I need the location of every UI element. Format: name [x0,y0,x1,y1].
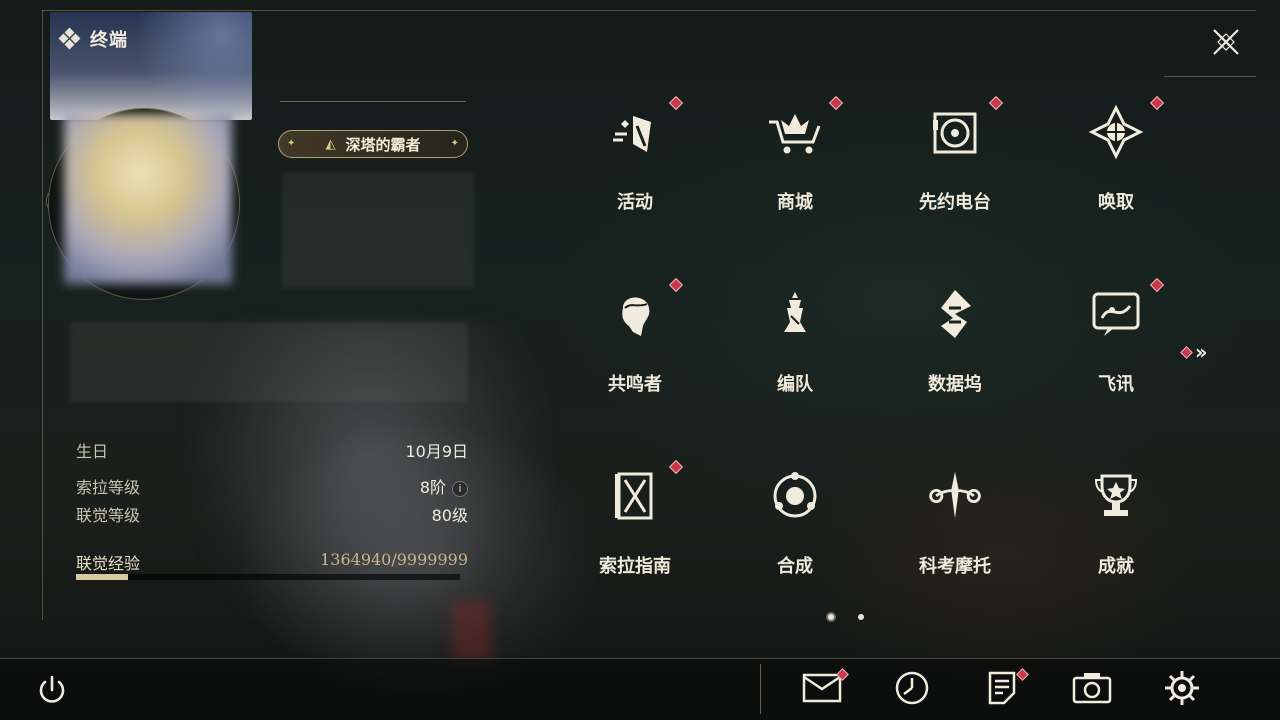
close-icon [1213,29,1239,55]
union-level-label: 联觉等级 [76,506,141,525]
menu-item-label: 数据坞 [928,374,982,395]
camera-icon [1072,671,1112,709]
rank-emblem-icon: ◭ [325,136,336,152]
data-bank-icon [925,284,985,344]
next-page-button[interactable]: ›› [1180,340,1208,364]
power-button[interactable] [32,670,72,710]
panel-header: 终端 [58,26,128,52]
camera-button[interactable] [1072,670,1112,710]
mail-icon [802,673,842,707]
xp-progress-bar [76,574,460,580]
menu-item-label: 合成 [777,556,813,577]
menu-item-label: 唤取 [1098,192,1134,213]
birthday-row: 生日 10月9日 [76,438,468,462]
info-icon[interactable]: i [452,480,468,497]
menu-item-shop[interactable]: 商城 [745,90,845,230]
menu-item-label: 成就 [1098,556,1134,577]
panel-title: 终端 [90,30,128,51]
menu-item-message[interactable]: 飞讯 [1066,272,1166,412]
menu-item-data-bank[interactable]: 数据坞 [905,272,1005,412]
motorcycle-icon [925,466,985,526]
sola-level-row: 索拉等级 8阶 i [76,474,468,498]
player-signature-redacted [70,322,468,402]
resonator-icon [605,284,665,344]
mail-button[interactable] [802,668,849,710]
union-level-value: 80级 [431,506,468,525]
shop-icon [765,102,825,162]
birthday-label: 生日 [76,442,109,461]
union-level-row: 联觉等级 80级 [76,502,468,526]
xp-value: 1364940/9999999 [320,550,468,569]
badge-dot [828,95,844,111]
menu-item-label: 编队 [777,374,813,395]
menu-item-label: 索拉指南 [599,556,671,577]
frame-left [42,10,43,620]
sola-level-label: 索拉等级 [76,478,141,497]
menu-item-label: 科考摩托 [919,556,991,577]
guidebook-icon [605,466,665,526]
avatar[interactable] [64,114,232,284]
team-icon [765,284,825,344]
menu-item-label: 飞讯 [1098,374,1134,395]
page-dot-1[interactable] [828,614,834,620]
badge-dot [668,95,684,111]
birthday-value: 10月9日 [405,442,468,461]
badge-dot [1149,277,1165,293]
synthesis-icon [765,466,825,526]
clock-icon [894,670,930,710]
menu-item-label: 活动 [617,192,653,213]
xp-label: 联觉经验 [76,554,141,573]
notice-icon [987,670,1017,710]
settings-icon [1163,669,1201,711]
close-button[interactable] [1208,24,1244,60]
diamond-cluster-icon [58,27,81,50]
radio-icon [925,102,985,162]
player-name-redacted [282,172,474,288]
settings-button[interactable] [1162,670,1202,710]
message-icon [1086,284,1146,344]
trophy-icon [1086,466,1146,526]
menu-item-synthesis[interactable]: 合成 [745,454,845,594]
badge-dot [668,459,684,475]
background-accent [452,600,492,660]
power-icon [39,675,65,703]
menu-item-event[interactable]: 活动 [585,90,685,230]
bottom-divider [760,664,761,714]
convene-icon [1086,102,1146,162]
page-indicator [828,614,864,620]
menu-item-label: 商城 [777,192,813,213]
menu-item-label: 先约电台 [919,192,991,213]
menu-item-trophy[interactable]: 成就 [1066,454,1166,594]
frame-top [42,10,1256,11]
badge-dot [1180,345,1193,359]
menu-item-convene[interactable]: 唤取 [1066,90,1166,230]
badge-dot [668,277,684,293]
notice-button[interactable] [982,668,1029,710]
menu-item-radio[interactable]: 先约电台 [905,90,1005,230]
xp-progress-fill [76,574,129,580]
rank-title-badge[interactable]: ✦ ◭ 深塔的霸者 ✦ [278,130,468,158]
xp-row: 联觉经验 1364940/9999999 [76,550,468,574]
page-dot-2[interactable] [858,614,864,620]
menu-item-guidebook[interactable]: 索拉指南 [585,454,685,594]
menu-item-resonator[interactable]: 共鸣者 [585,272,685,412]
rank-title-text: 深塔的霸者 [345,135,421,154]
menu-item-team[interactable]: 编队 [745,272,845,412]
badge-dot [988,95,1004,111]
menu-item-motorcycle[interactable]: 科考摩托 [905,454,1005,594]
sola-level-value: 8阶 [419,478,446,497]
clock-button[interactable] [892,670,932,710]
event-icon [605,102,665,162]
title-divider [280,101,466,102]
frame-right-top [1164,76,1256,77]
double-chevron-right-icon: ›› [1195,340,1208,364]
badge-dot [1149,95,1165,111]
menu-item-label: 共鸣者 [608,374,662,395]
